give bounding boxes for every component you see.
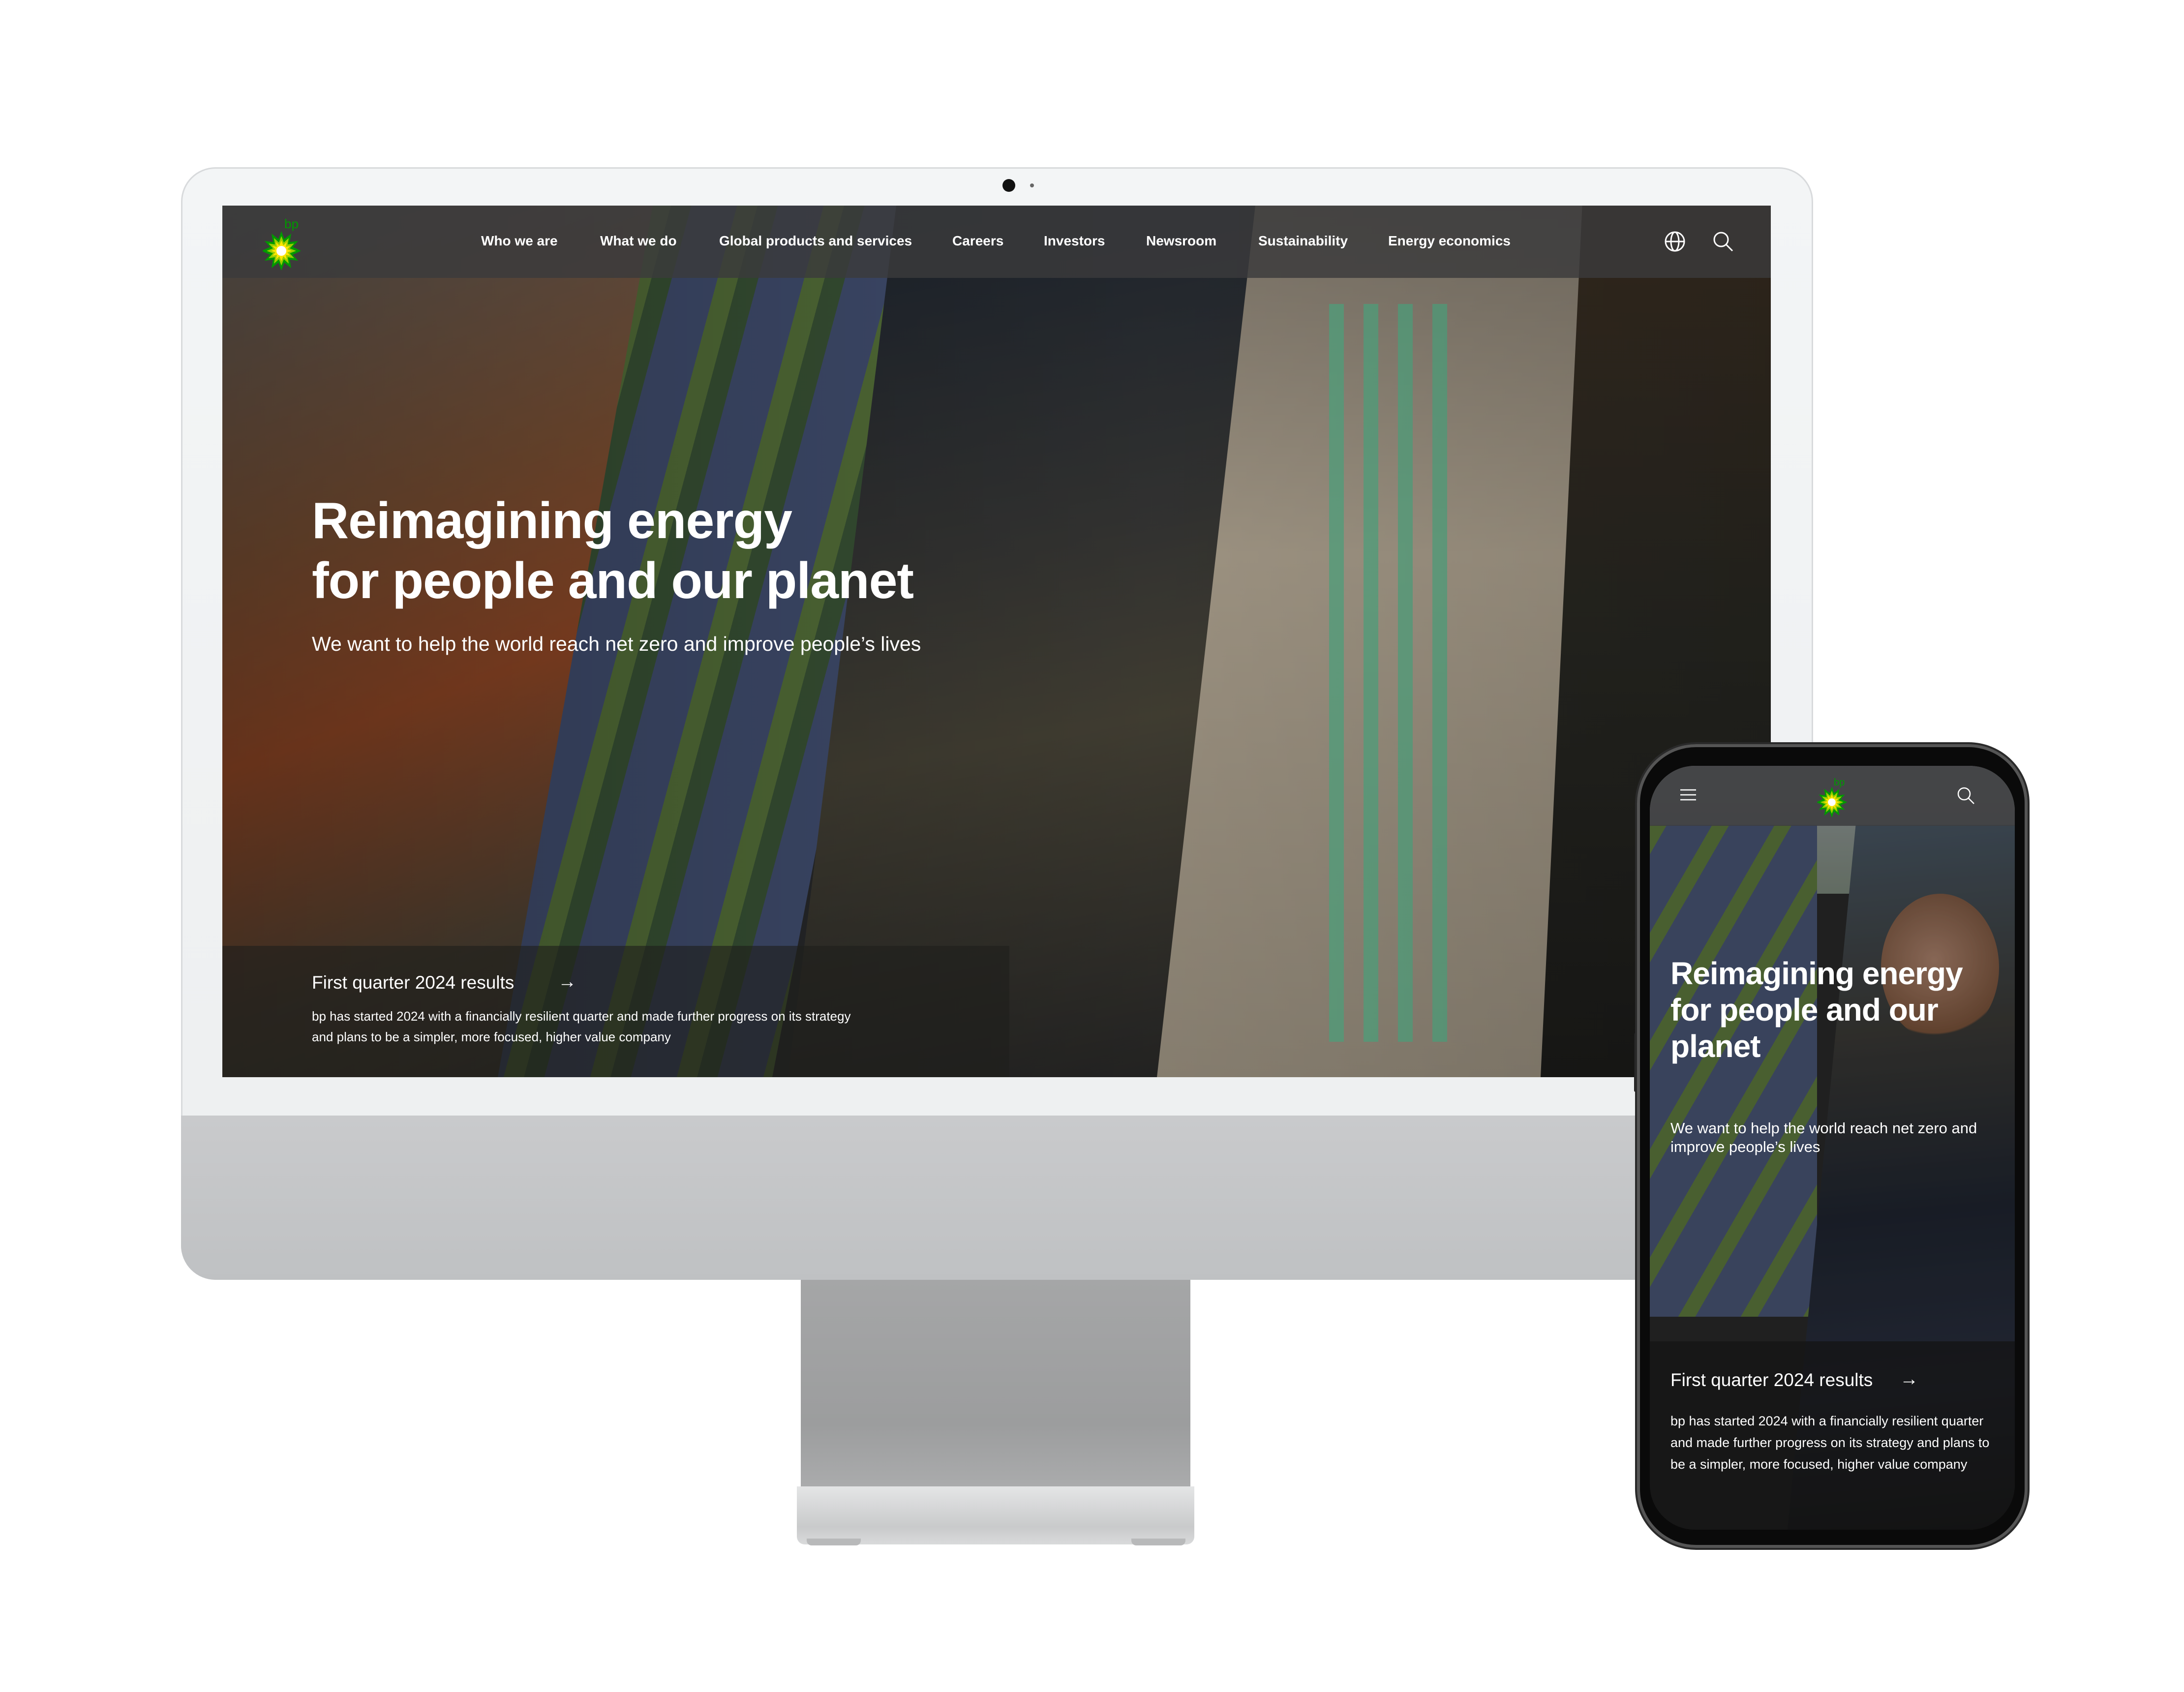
mobile-top-navigation: bp bbox=[1650, 766, 2015, 826]
menu-icon[interactable] bbox=[1679, 788, 1697, 801]
bp-wordmark: bp bbox=[1834, 777, 1845, 788]
feature-card-title-link[interactable]: First quarter 2024 results bbox=[1670, 1370, 1873, 1390]
globe-icon[interactable] bbox=[1664, 230, 1686, 253]
bp-wordmark: bp bbox=[284, 216, 299, 231]
nav-investors[interactable]: Investors bbox=[1044, 233, 1105, 249]
hero-subtitle: We want to help the world reach net zero… bbox=[1670, 1119, 1977, 1155]
feature-card-title-link[interactable]: First quarter 2024 results bbox=[312, 972, 514, 993]
search-icon[interactable] bbox=[1956, 786, 1975, 805]
feature-card-body: bp has started 2024 with a financially r… bbox=[1670, 1414, 1990, 1472]
feature-card[interactable]: First quarter 2024 results → bp has star… bbox=[222, 946, 1009, 1077]
mobile-screen: bp Reimagining energy for people and our… bbox=[1650, 766, 2015, 1530]
bp-helios-logo[interactable]: bp bbox=[263, 215, 307, 272]
bp-helios-logo[interactable]: bp bbox=[1817, 776, 1851, 818]
hero-title-line-1: Reimagining energy bbox=[312, 492, 792, 549]
nav-energy-economics[interactable]: Energy economics bbox=[1388, 233, 1511, 249]
search-icon[interactable] bbox=[1712, 230, 1734, 253]
arrow-right-icon[interactable]: → bbox=[558, 971, 576, 993]
feature-card[interactable]: First quarter 2024 results → bp has star… bbox=[1650, 1341, 2015, 1530]
imac-foot-pad bbox=[807, 1539, 861, 1545]
nav-newsroom[interactable]: Newsroom bbox=[1146, 233, 1216, 249]
hero-title: Reimagining energy for people and our pl… bbox=[312, 491, 914, 611]
desktop-screen: bp Who we are What we do Global products… bbox=[222, 206, 1771, 1077]
imac-foot bbox=[797, 1486, 1194, 1544]
nav-global-products[interactable]: Global products and services bbox=[719, 233, 912, 249]
nav-careers[interactable]: Careers bbox=[952, 233, 1003, 249]
imac-stand bbox=[801, 1280, 1190, 1486]
camera-icon bbox=[1002, 179, 1015, 192]
nav-what-we-do[interactable]: What we do bbox=[600, 233, 677, 249]
imac-foot-pad bbox=[1131, 1539, 1185, 1545]
top-navigation: bp Who we are What we do Global products… bbox=[222, 206, 1771, 278]
hero-title-line-2: for people and our planet bbox=[312, 552, 914, 609]
feature-card-body: bp has started 2024 with a financially r… bbox=[312, 1009, 851, 1044]
nav-sustainability[interactable]: Sustainability bbox=[1258, 233, 1348, 249]
nav-who-we-are[interactable]: Who we are bbox=[481, 233, 558, 249]
hero-subtitle: We want to help the world reach net zero… bbox=[312, 633, 921, 655]
sensor-dot bbox=[1030, 183, 1034, 187]
hero-title: Reimagining energy for people and our pl… bbox=[1670, 956, 1963, 1064]
arrow-right-icon[interactable]: → bbox=[1900, 1369, 1918, 1390]
imac-chin bbox=[181, 1116, 1813, 1280]
